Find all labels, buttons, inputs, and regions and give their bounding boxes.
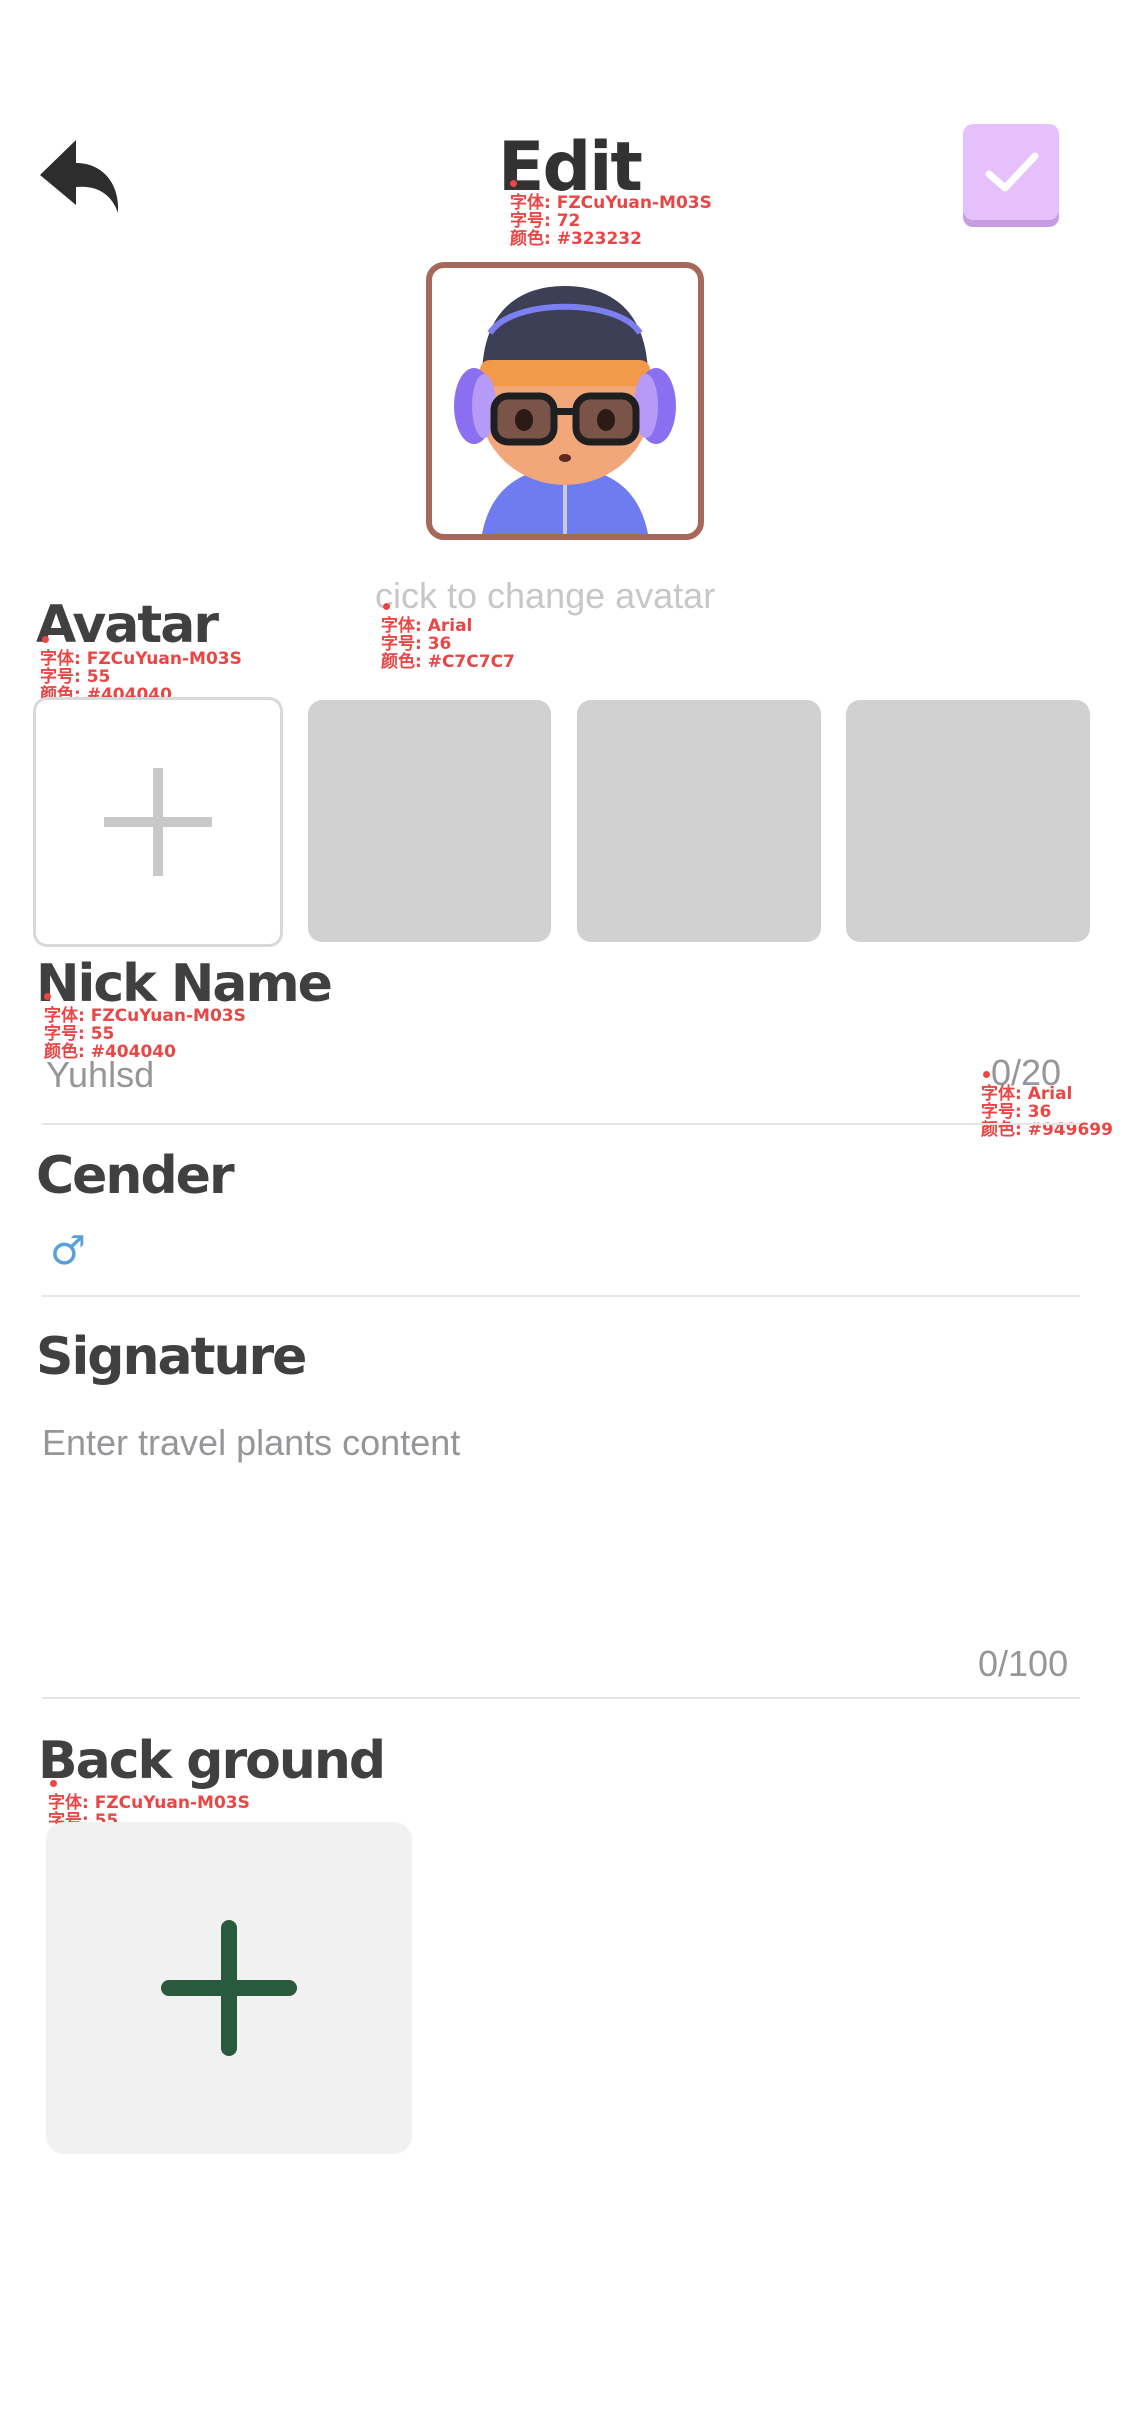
- counter-font-annotation: 字体: Arial 字号: 36 颜色: #949699: [981, 1084, 1113, 1140]
- gender-divider: [42, 1295, 1080, 1297]
- change-avatar-hint[interactable]: cick to change avatar: [375, 574, 755, 618]
- annotation-dot: [50, 1780, 57, 1787]
- plus-icon: [104, 768, 212, 876]
- confirm-button[interactable]: [963, 124, 1059, 220]
- add-background-button[interactable]: [46, 1822, 412, 2154]
- annotation-dot: [510, 180, 517, 187]
- back-button[interactable]: [36, 135, 126, 215]
- gender-label: Cender: [36, 1146, 235, 1206]
- signature-textarea[interactable]: Enter travel plants content: [42, 1421, 942, 1465]
- avatar-slot-1[interactable]: [308, 700, 551, 942]
- avatar-section-label: Avatar: [36, 595, 219, 655]
- nickname-input[interactable]: Yuhlsd: [46, 1053, 646, 1097]
- add-avatar-button[interactable]: [33, 697, 283, 947]
- signature-counter: 0/100: [978, 1643, 1069, 1684]
- checkmark-icon: [985, 152, 1039, 192]
- annotation-dot: [383, 603, 390, 610]
- avatar-preview[interactable]: [426, 262, 704, 540]
- hint-font-annotation: 字体: Arial 字号: 36 颜色: #C7C7C7: [381, 616, 515, 672]
- avatar-image: [454, 286, 676, 534]
- male-symbol-icon[interactable]: ♂: [50, 1228, 86, 1274]
- back-arrow-icon: [40, 140, 119, 213]
- background-label: Back ground: [38, 1731, 386, 1791]
- nickname-divider: [42, 1123, 1080, 1125]
- plus-icon: [161, 1920, 297, 2056]
- annotation-dot: [44, 993, 51, 1000]
- signature-divider: [42, 1697, 1080, 1699]
- signature-label: Signature: [36, 1327, 307, 1387]
- annotation-dot: [42, 636, 49, 643]
- avatar-slot-3[interactable]: [846, 700, 1090, 942]
- avatar-label-font-annotation: 字体: FZCuYuan-M03S 字号: 55 颜色: #404040: [40, 649, 242, 705]
- avatar-slot-2[interactable]: [577, 700, 821, 942]
- annotation-dot: [983, 1071, 990, 1078]
- title-font-annotation: 字体: FZCuYuan-M03S 字号: 72 颜色: #323232: [510, 193, 712, 249]
